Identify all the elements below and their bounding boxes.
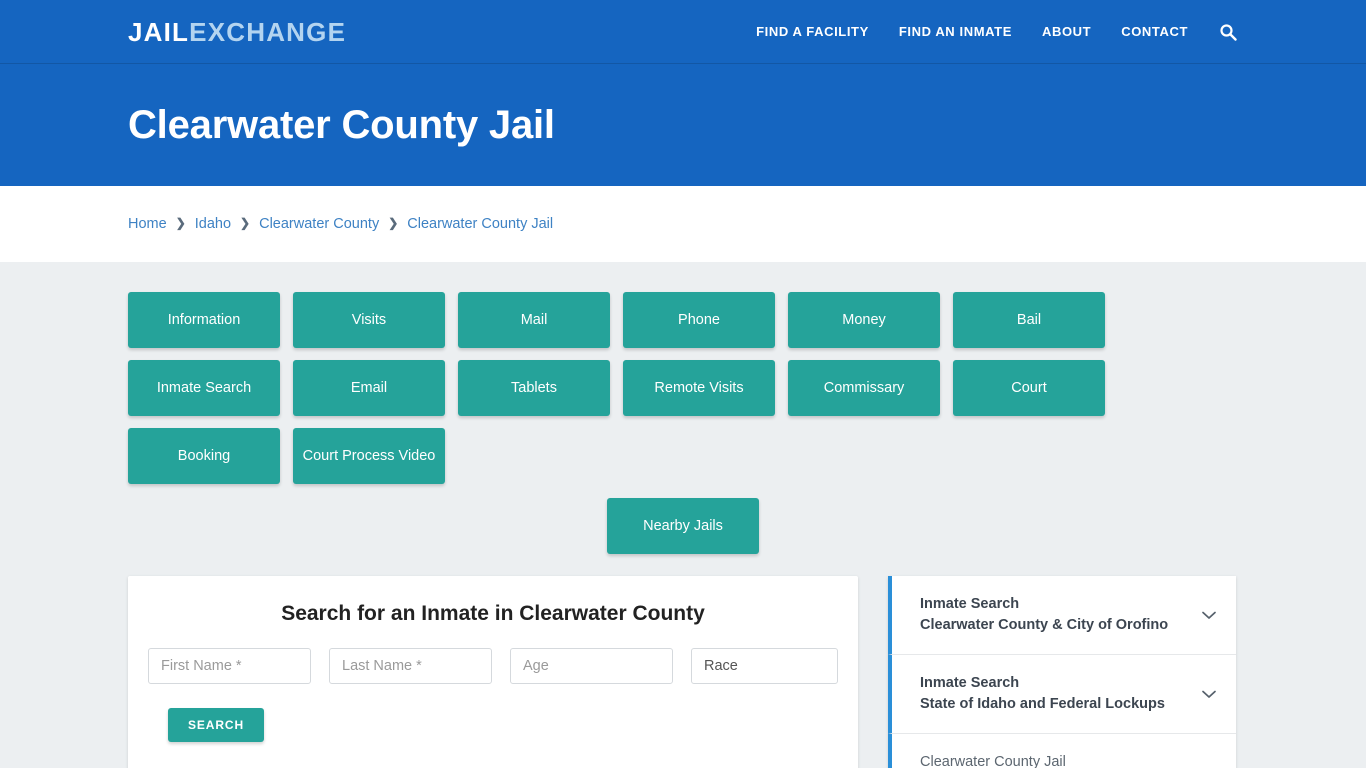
chevron-down-icon[interactable] [1198,762,1220,768]
section-button-inmate-search[interactable]: Inmate Search [128,360,280,416]
race-select[interactable]: Race [691,648,838,684]
accordion-item-inmate-search-county[interactable]: Inmate Search Clearwater County & City o… [888,576,1236,656]
breadcrumb: Home ❯ Idaho ❯ Clearwater County ❯ Clear… [128,216,553,232]
section-button-phone[interactable]: Phone [623,292,775,348]
breadcrumb-item-current[interactable]: Clearwater County Jail [407,216,553,232]
sidebar-accordion: Inmate Search Clearwater County & City o… [888,576,1236,768]
chevron-right-icon: ❯ [240,216,251,230]
site-header: JAILEXCHANGE FIND A FACILITY FIND AN INM… [0,0,1366,64]
facility-section-buttons-last-row: Nearby Jails [128,498,1238,554]
breadcrumb-bar: Home ❯ Idaho ❯ Clearwater County ❯ Clear… [0,186,1366,262]
content-columns: Search for an Inmate in Clearwater Count… [128,576,1238,768]
accordion-item-text: Clearwater County Jail Contact Informati… [920,752,1188,768]
section-button-bail[interactable]: Bail [953,292,1105,348]
accordion-item-text: Inmate Search State of Idaho and Federal… [920,673,1188,715]
chevron-right-icon: ❯ [388,216,399,230]
breadcrumb-item-home[interactable]: Home [128,216,167,232]
accordion-item-line1: Clearwater County Jail [920,754,1066,768]
section-button-court-process-video[interactable]: Court Process Video [293,428,445,484]
main-content: Information Visits Mail Phone Money Bail… [0,262,1366,768]
section-button-mail[interactable]: Mail [458,292,610,348]
section-button-court[interactable]: Court [953,360,1105,416]
logo-text-secondary: EXCHANGE [189,16,347,47]
site-logo[interactable]: JAILEXCHANGE [128,19,346,45]
accordion-item-contact-information[interactable]: Clearwater County Jail Contact Informati… [888,734,1236,768]
accordion-item-line1: Inmate Search [920,675,1020,692]
section-button-information[interactable]: Information [128,292,280,348]
breadcrumb-item-clearwater-county[interactable]: Clearwater County [259,216,379,232]
search-icon[interactable] [1218,22,1238,42]
left-column: Search for an Inmate in Clearwater Count… [128,576,858,768]
section-button-nearby-jails[interactable]: Nearby Jails [607,498,759,554]
chevron-down-icon[interactable] [1198,683,1220,705]
last-name-input[interactable] [329,648,492,684]
accordion-item-line1: Inmate Search [920,596,1020,612]
chevron-down-icon[interactable] [1198,604,1220,626]
page-title-banner: Clearwater County Jail [0,64,1366,186]
inmate-search-fields: Race [148,648,838,684]
chevron-right-icon: ❯ [175,216,186,230]
breadcrumb-item-idaho[interactable]: Idaho [195,216,231,232]
page-title: Clearwater County Jail [128,102,555,147]
inmate-search-card: Search for an Inmate in Clearwater Count… [128,576,858,768]
accordion-item-text: Inmate Search Clearwater County & City o… [920,594,1188,636]
section-button-email[interactable]: Email [293,360,445,416]
logo-text-primary: JAIL [128,16,190,47]
nav-item-contact[interactable]: CONTACT [1121,24,1188,39]
nav-item-find-an-inmate[interactable]: FIND AN INMATE [899,24,1012,39]
inmate-search-heading: Search for an Inmate in Clearwater Count… [281,602,705,625]
section-button-booking[interactable]: Booking [128,428,280,484]
right-column: Inmate Search Clearwater County & City o… [888,576,1236,768]
facility-section-buttons: Information Visits Mail Phone Money Bail… [128,292,1238,484]
main-navigation: FIND A FACILITY FIND AN INMATE ABOUT CON… [756,22,1366,42]
accordion-item-line2: State of Idaho and Federal Lockups [920,696,1165,713]
section-button-remote-visits[interactable]: Remote Visits [623,360,775,416]
section-button-commissary[interactable]: Commissary [788,360,940,416]
search-submit-button[interactable]: SEARCH [168,708,264,742]
nav-item-about[interactable]: ABOUT [1042,24,1091,39]
section-button-money[interactable]: Money [788,292,940,348]
section-button-tablets[interactable]: Tablets [458,360,610,416]
accordion-item-inmate-search-state[interactable]: Inmate Search State of Idaho and Federal… [888,655,1236,735]
first-name-input[interactable] [148,648,311,684]
accordion-item-line2: Clearwater County & City of Orofino [920,617,1169,634]
section-button-visits[interactable]: Visits [293,292,445,348]
nav-item-find-a-facility[interactable]: FIND A FACILITY [756,24,869,39]
age-input[interactable] [510,648,673,684]
